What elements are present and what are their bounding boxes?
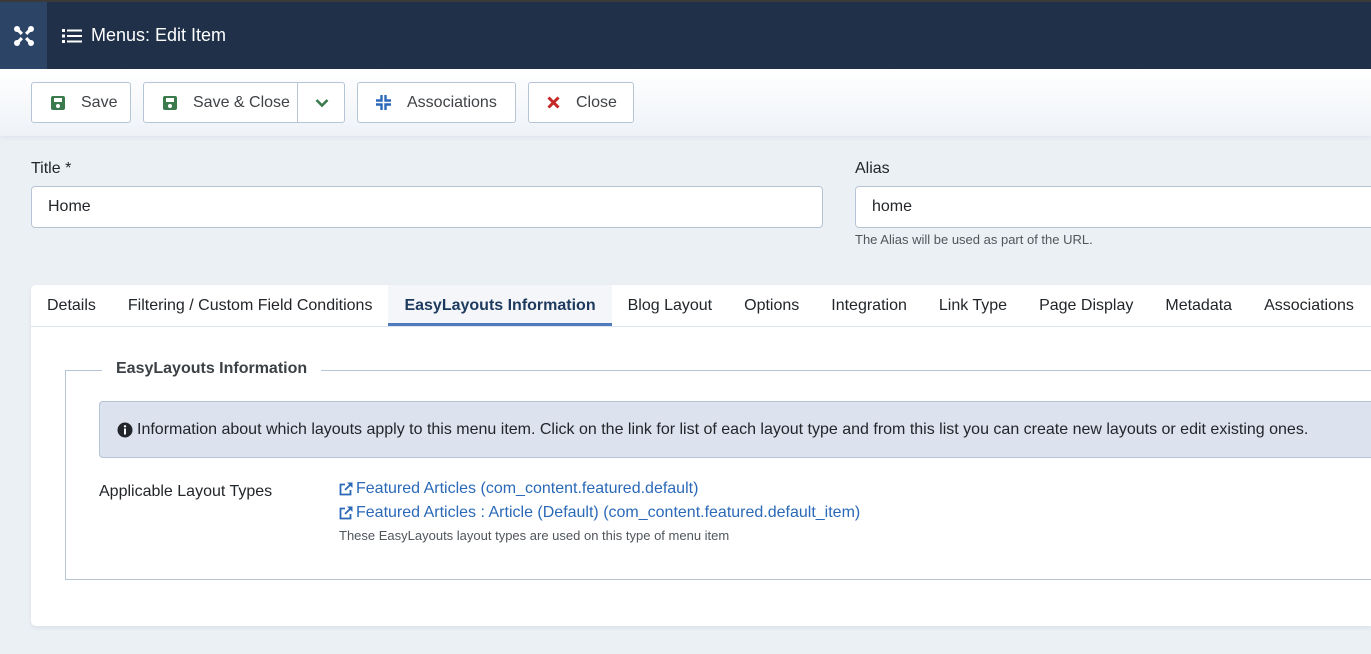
tab-page-display[interactable]: Page Display (1023, 285, 1149, 326)
list-icon (62, 28, 82, 44)
tab-easylayouts-information[interactable]: EasyLayouts Information (388, 285, 612, 326)
save-close-button[interactable]: Save & Close (143, 82, 345, 123)
associations-label: Associations (407, 93, 497, 111)
info-circle-icon (117, 422, 133, 438)
easylayouts-fieldset: EasyLayouts Information Information abou… (65, 360, 1371, 580)
tabs-card: Details Filtering / Custom Field Conditi… (31, 285, 1371, 626)
tab-details[interactable]: Details (31, 285, 112, 326)
joomla-logo-icon (13, 25, 34, 46)
tab-metadata[interactable]: Metadata (1149, 285, 1248, 326)
tab-integration[interactable]: Integration (815, 285, 923, 326)
info-text: Information about which layouts apply to… (137, 420, 1309, 438)
layout-type-link[interactable]: Featured Articles (com_content.featured.… (339, 477, 860, 501)
close-label: Close (576, 93, 617, 111)
layout-types-list: Featured Articles (com_content.featured.… (339, 477, 860, 543)
page-title-text: Menus: Edit Item (91, 25, 227, 45)
alias-hint: The Alias will be used as part of the UR… (855, 232, 1093, 247)
chevron-down-icon (315, 98, 328, 107)
alias-label: Alias (855, 160, 890, 177)
joomla-logo[interactable] (0, 2, 47, 69)
external-link-icon (339, 506, 353, 520)
tab-associations[interactable]: Associations (1248, 285, 1370, 326)
title-input[interactable]: Home (31, 186, 823, 228)
layout-type-link[interactable]: Featured Articles : Article (Default) (c… (339, 501, 860, 525)
title-label: Title * (31, 160, 72, 177)
save-icon (51, 95, 65, 110)
page-title: Menus: Edit Item (62, 2, 226, 69)
toolbar: Save Save & Close Associations Close (0, 69, 1371, 136)
save-close-label: Save & Close (193, 93, 290, 111)
tab-filtering[interactable]: Filtering / Custom Field Conditions (112, 285, 389, 326)
fieldset-legend: EasyLayouts Information (102, 360, 322, 378)
tab-link-type[interactable]: Link Type (923, 285, 1023, 326)
close-button[interactable]: Close (528, 82, 634, 123)
save-icon (163, 95, 177, 110)
tab-bar: Details Filtering / Custom Field Conditi… (31, 285, 1371, 327)
save-button[interactable]: Save (31, 82, 131, 123)
header-bar: Menus: Edit Item (0, 0, 1371, 69)
close-icon (547, 96, 560, 109)
info-alert: Information about which layouts apply to… (99, 401, 1371, 458)
applicable-layout-types-label: Applicable Layout Types (99, 483, 273, 500)
tab-blog-layout[interactable]: Blog Layout (612, 285, 729, 326)
layout-types-description: These EasyLayouts layout types are used … (339, 528, 730, 543)
tab-options[interactable]: Options (728, 285, 815, 326)
save-label: Save (81, 93, 118, 111)
compress-icon (376, 95, 391, 110)
save-dropdown-toggle[interactable] (298, 83, 345, 122)
external-link-icon (339, 482, 353, 496)
alias-input[interactable]: home (855, 186, 1371, 228)
associations-button[interactable]: Associations (357, 82, 516, 123)
